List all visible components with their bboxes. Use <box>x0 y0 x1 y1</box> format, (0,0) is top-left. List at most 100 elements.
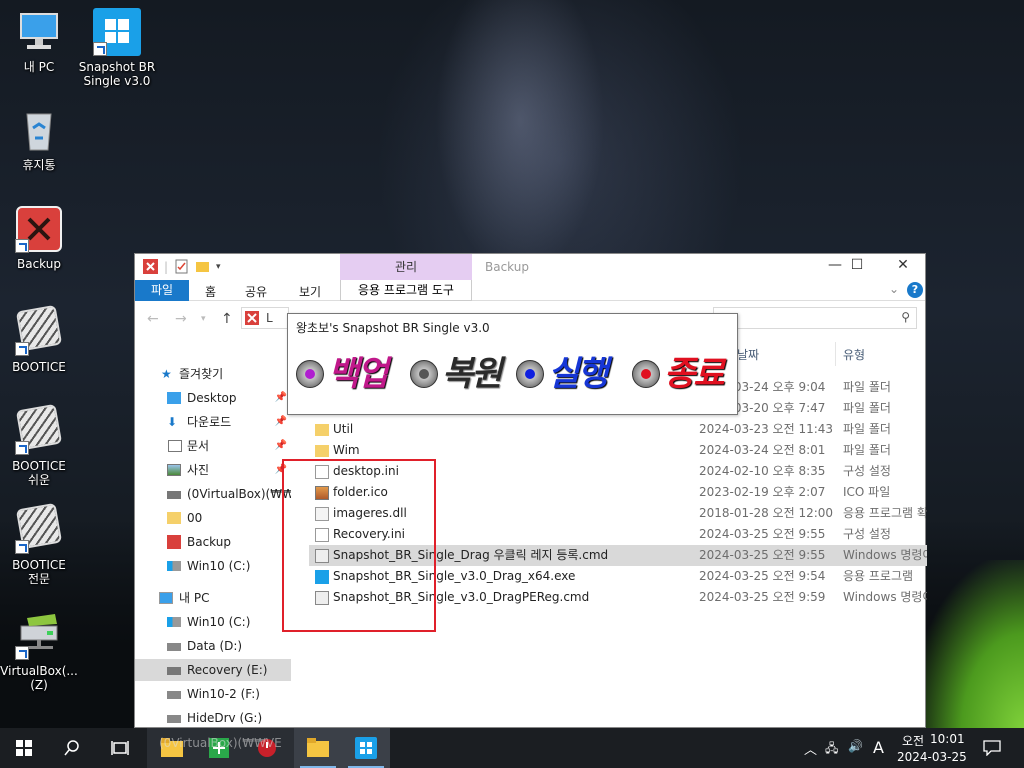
file-type: 파일 폴더 <box>843 380 891 394</box>
list-item[interactable]: Wim 2024-03-24 오전 8:01 파일 폴더 <box>309 440 927 461</box>
nav-hidedrv-g[interactable]: HideDrv (G:) <box>135 707 291 729</box>
backup-label: 백업 <box>328 354 389 394</box>
nav-pictures[interactable]: 사진 📌 <box>135 459 291 481</box>
ime-indicator[interactable]: A <box>873 738 884 757</box>
window-title: Backup <box>485 260 529 274</box>
nav-win10-2-f[interactable]: Win10-2 (F:) <box>135 683 291 705</box>
column-header-date[interactable]: 날짜 <box>737 346 759 363</box>
restore-button[interactable]: 복원 <box>410 352 522 396</box>
nav-backup[interactable]: Backup <box>135 531 291 553</box>
nav-this-pc[interactable]: 내 PC <box>135 587 291 609</box>
network-icon[interactable]: 🖧 <box>825 739 838 760</box>
nav-recovery-e[interactable]: Recovery (E:) <box>135 659 291 681</box>
desktop-icon-label: BOOTICE 쉬운 <box>12 459 66 487</box>
task-view-button[interactable] <box>96 728 144 768</box>
nav-win10-c[interactable]: Win10 (C:) <box>135 611 291 633</box>
radio-dot <box>641 369 651 379</box>
drive-icon <box>167 715 181 723</box>
red-x-icon[interactable] <box>143 259 158 274</box>
tab-app-tools[interactable]: 응용 프로그램 도구 <box>340 280 472 301</box>
drive-icon <box>167 561 181 571</box>
nav-desktop[interactable]: Desktop 📌 <box>135 387 291 409</box>
address-bar[interactable]: L <box>241 307 289 329</box>
file-type: 파일 폴더 <box>843 401 891 415</box>
up-icon[interactable]: ↑ <box>221 311 233 327</box>
close-icon[interactable]: ✕ <box>883 257 923 273</box>
backup-button[interactable]: 백업 <box>296 352 408 396</box>
context-tab-manage[interactable]: 관리 <box>340 254 472 280</box>
file-date: 2024-03-25 오전 9:54 <box>699 569 826 583</box>
desktop-icon-bootice-pro[interactable]: BOOTICE 전문 <box>0 502 78 586</box>
clock-time[interactable]: 10:01 <box>930 732 965 746</box>
nav-label: 문서 <box>187 439 210 453</box>
taskbar-explorer-group[interactable]: (0VirtualBox)(₩₩VE <box>147 728 294 768</box>
file-date: 2024-03-25 오전 9:55 <box>699 548 826 562</box>
nav-downloads[interactable]: ⬇ 다운로드 📌 <box>135 411 291 433</box>
taskbar-snapshot-button[interactable] <box>342 728 390 768</box>
file-date: 2023-02-19 오후 2:07 <box>699 485 826 499</box>
maximize-icon[interactable]: ☐ <box>837 257 877 273</box>
exit-button[interactable]: 종료 <box>632 352 736 396</box>
nav-label: 다운로드 <box>187 415 232 429</box>
search-input[interactable]: ⚲ <box>713 307 917 329</box>
taskbar-explorer-button[interactable] <box>294 728 342 768</box>
desktop-icon-bootice-easy[interactable]: BOOTICE 쉬운 <box>0 403 78 487</box>
quick-access-toolbar: | ▾ <box>143 259 221 274</box>
desktop-icon-backup[interactable]: Backup <box>0 205 78 271</box>
ribbon-expand-icon[interactable]: ⌄ <box>889 282 899 296</box>
radio-icon <box>296 360 324 388</box>
help-icon[interactable]: ? <box>907 282 923 298</box>
pin-icon[interactable]: 📌 <box>275 387 287 409</box>
column-header-type[interactable]: 유형 <box>843 346 865 363</box>
desktop-icon-snapshot[interactable]: Snapshot BR Single v3.0 <box>78 8 156 88</box>
desktop-icon-bootice[interactable]: BOOTICE <box>0 304 78 374</box>
list-item[interactable]: Util 2024-03-23 오전 11:43 파일 폴더 <box>309 419 927 440</box>
desktop-icon-recycle-bin[interactable]: 휴지통 <box>0 106 78 172</box>
forward-icon[interactable]: → <box>175 311 187 327</box>
nav-label: Backup <box>187 535 231 549</box>
nav-vbox-share[interactable]: (0VirtualBox)(₩₩VB <box>135 483 291 505</box>
bootice-icon <box>15 502 63 554</box>
new-folder-icon[interactable] <box>195 259 210 274</box>
file-name: Wim <box>333 443 360 457</box>
exit-label: 종료 <box>664 354 725 394</box>
start-button[interactable] <box>0 728 48 768</box>
pin-icon[interactable]: 📌 <box>275 411 287 433</box>
volume-icon[interactable]: 🔊 <box>848 739 863 753</box>
search-button[interactable] <box>48 728 96 768</box>
tab-file[interactable]: 파일 <box>135 280 189 301</box>
drive-icon <box>167 667 181 675</box>
file-type: Windows 명령어 스크립트 <box>843 590 927 604</box>
tab-home[interactable]: 홈 <box>205 283 216 300</box>
back-icon[interactable]: ← <box>147 311 159 327</box>
notification-icon[interactable] <box>983 740 1001 756</box>
nav-documents[interactable]: 문서 📌 <box>135 435 291 457</box>
nav-win10-c-quick[interactable]: Win10 (C:) <box>135 555 291 577</box>
recent-dropdown-icon[interactable]: ▾ <box>201 314 206 324</box>
shortcut-arrow-icon <box>15 540 29 554</box>
nav-quick-access[interactable]: ★ 즐겨찾기 <box>135 363 291 385</box>
clock-date[interactable]: 2024-03-25 <box>897 750 967 764</box>
nav-data-d[interactable]: Data (D:) <box>135 635 291 657</box>
tab-view[interactable]: 보기 <box>299 283 321 300</box>
pin-icon[interactable]: 📌 <box>275 435 287 457</box>
radio-dot <box>419 369 429 379</box>
clock-ampm[interactable]: 오전 <box>902 732 924 749</box>
properties-icon[interactable] <box>174 259 189 274</box>
shortcut-arrow-icon <box>15 646 29 660</box>
desktop-icon-virtualbox-z[interactable]: VirtualBox(... (Z) <box>0 612 78 692</box>
snapshot-popup[interactable]: 왕초보's Snapshot BR Single v3.0 백업 복원 실행 종… <box>287 313 738 415</box>
title-bar[interactable]: | ▾ 관리 Backup — ☐ ✕ <box>135 254 925 280</box>
desktop-icon-label: VirtualBox(... (Z) <box>0 664 78 692</box>
desktop-icon-label: Backup <box>17 257 61 271</box>
chevron-up-icon[interactable]: ︿ <box>804 739 817 758</box>
desktop-icon-this-pc[interactable]: 내 PC <box>0 8 78 74</box>
shortcut-arrow-icon <box>15 441 29 455</box>
navigation-pane[interactable]: ★ 즐겨찾기 Desktop 📌 ⬇ 다운로드 📌 문서 📌 사진 📌 (0Vi… <box>135 336 291 729</box>
tab-share[interactable]: 공유 <box>245 283 267 300</box>
desktop-icon-label: Snapshot BR Single v3.0 <box>78 60 156 88</box>
qat-dropdown-icon[interactable]: ▾ <box>216 262 221 272</box>
nav-folder-00[interactable]: 00 <box>135 507 291 529</box>
run-button[interactable]: 실행 <box>516 352 628 396</box>
desktop-icon-label: 내 PC <box>23 60 55 74</box>
